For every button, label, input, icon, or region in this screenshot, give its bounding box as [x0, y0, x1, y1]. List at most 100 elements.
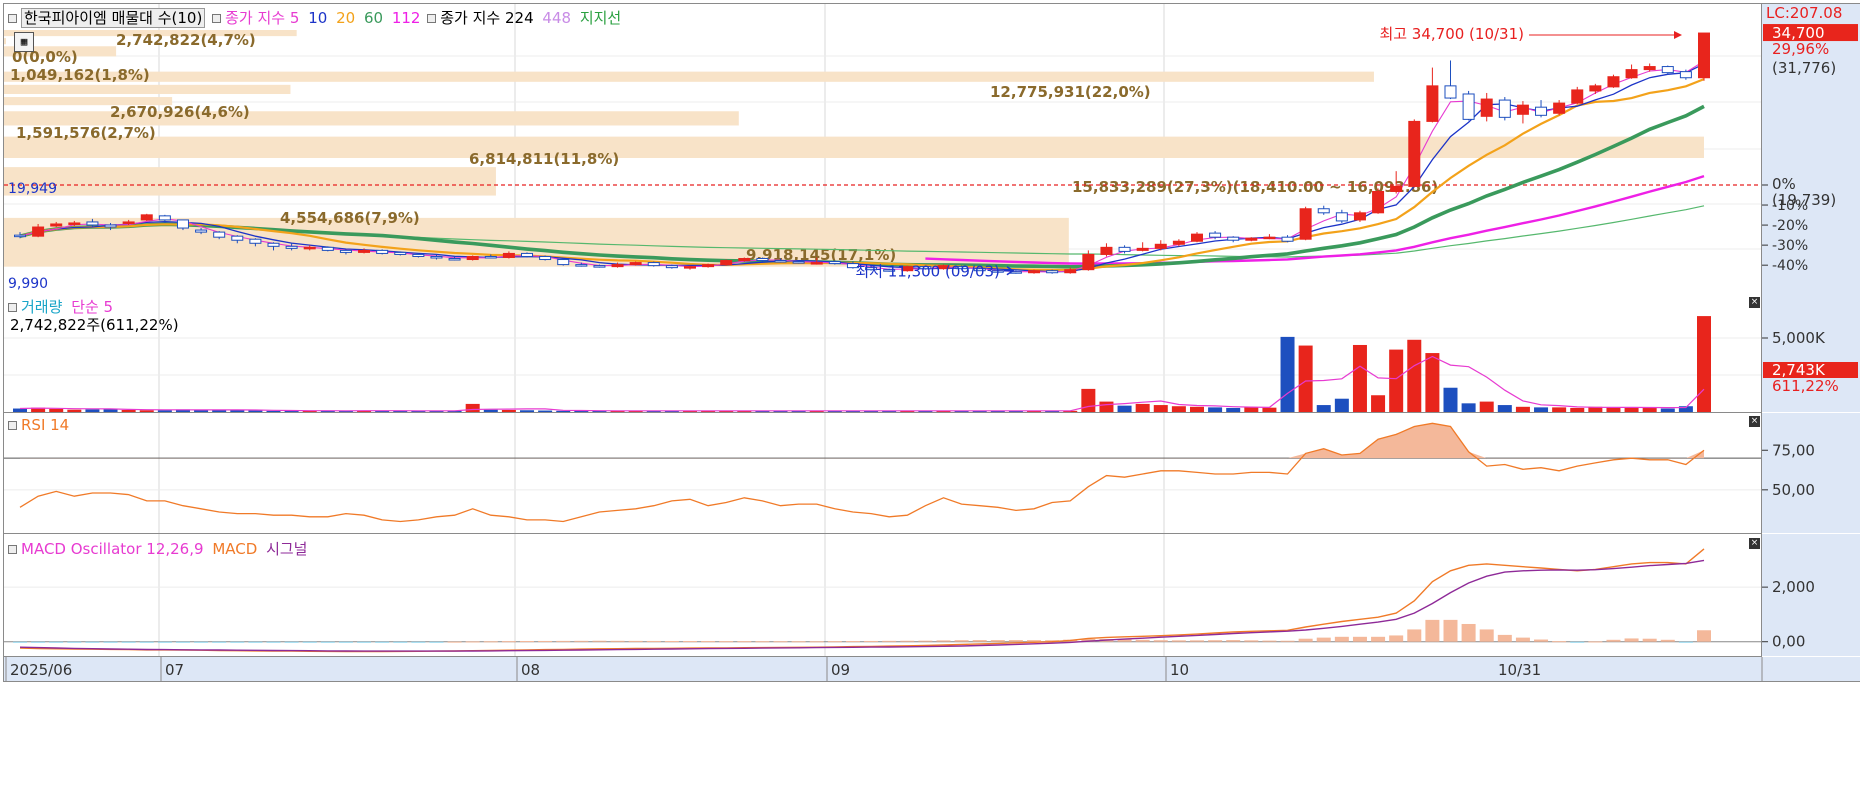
candle-body [376, 249, 389, 254]
volume-profile-band [4, 84, 291, 95]
high-arrow-head [1674, 31, 1682, 40]
pct-tick-label: -20% [1772, 218, 1808, 234]
support-label: 지지선 [579, 9, 622, 27]
volume-axis[interactable]: 5,000K 2,743K 611,22% [1761, 294, 1860, 412]
close-pane-icon[interactable]: × [1749, 538, 1760, 549]
volume-bar [1135, 403, 1150, 412]
volume-bar [1117, 405, 1132, 412]
rsi-axis[interactable]: 75,00 50,00 [1761, 413, 1860, 533]
volume-bar [157, 410, 172, 412]
volume-bar [1570, 407, 1585, 412]
ma112-label: 112 [391, 9, 421, 27]
macd-osc-bar [1298, 638, 1313, 642]
volume-profile-label: 1,591,576(2,7%) [16, 124, 156, 142]
price-chart[interactable]: 2,742,822(4,7%)0(0,0%)1,049,162(1,8%)12,… [4, 4, 1762, 294]
candle-body [158, 215, 171, 221]
price-pane[interactable]: 2,742,822(4,7%) 0(0,0%) 1,049,162(1,8%) 12,… [3, 3, 1762, 295]
legend-toggle-icon[interactable] [8, 544, 17, 554]
macd-osc-bar [1407, 629, 1422, 642]
candle-body [1136, 247, 1149, 251]
candle-body [140, 214, 153, 221]
volume-bar [1642, 407, 1657, 412]
macd-osc-bar [755, 641, 770, 643]
volume-bar [266, 410, 281, 412]
macd-osc-bar [67, 641, 82, 643]
macd-osc-bar [1208, 640, 1223, 642]
candle-body [1082, 253, 1095, 271]
candle-body [285, 245, 298, 249]
candle-body [484, 255, 497, 259]
volume-chart[interactable] [4, 294, 1762, 412]
rsi-tick-label: 50,00 [1772, 481, 1815, 499]
candle-body [1516, 104, 1529, 115]
macd-osc-bar [357, 641, 372, 643]
macd-osc-bar [1352, 636, 1367, 642]
candle-body [1154, 243, 1167, 249]
volume-bar [1280, 336, 1295, 412]
candle-body [267, 242, 280, 247]
candle-body [1190, 233, 1203, 242]
price-axis[interactable]: LC:207.08 34,700 29,96% (31,776) 0% (19,739) -… [1761, 3, 1860, 294]
macd-osc-bar [284, 641, 299, 643]
candle-body [321, 246, 334, 251]
rsi-chart[interactable] [4, 413, 1762, 533]
calendar-icon[interactable]: ▦ [14, 32, 34, 52]
candle-body [1390, 185, 1403, 192]
volume-profile-band [4, 167, 496, 196]
candle-body [394, 251, 407, 255]
macd-osc-bar [320, 641, 335, 643]
rsi-legend: RSI 14 [6, 416, 69, 434]
legend-toggle-icon[interactable] [427, 13, 437, 23]
volume-bar [139, 410, 154, 412]
macd-osc-bar [1171, 640, 1186, 642]
candle-body [1028, 270, 1041, 274]
macd-osc-bar [610, 640, 625, 642]
volume-profile-label: 2,670,926(4,6%) [110, 103, 250, 121]
close-pane-icon[interactable]: × [1749, 416, 1760, 427]
volume-profile-label: 4,554,686(7,9%) [280, 209, 420, 227]
macd-osc-bar [954, 640, 969, 642]
candle-body [683, 266, 696, 269]
macd-osc-bar [1624, 638, 1639, 642]
macd-osc-bar [411, 641, 426, 643]
legend-toggle-icon[interactable] [8, 302, 17, 312]
macd-osc-bar [194, 641, 209, 643]
ma448-label: 448 [542, 9, 572, 27]
candle-body [1589, 85, 1602, 92]
macd-pane[interactable]: MACD Oscillator 12,26,9 MACD 시그널 × [3, 534, 1762, 657]
macd-osc-bar [212, 641, 227, 643]
volume-bar [1606, 407, 1621, 412]
volume-pane[interactable]: 거래량 단순 5 2,742,822주(611,22%) × [3, 294, 1762, 413]
candle-body [339, 249, 352, 253]
candle-body [358, 249, 371, 253]
candle-body [1698, 32, 1710, 79]
volume-value: 2,742,822주(611,22%) [10, 316, 179, 334]
volume-bar [465, 403, 480, 412]
volume-bar [13, 408, 27, 412]
left-low-value: 9,990 [8, 276, 48, 292]
legend-toggle-icon[interactable] [8, 420, 17, 430]
macd-osc-bar [1515, 637, 1530, 642]
macd-axis[interactable]: 2,000 0,00 [1761, 534, 1860, 656]
candle-body [32, 226, 45, 237]
rsi-pane[interactable]: RSI 14 × [3, 413, 1762, 534]
candle-body [810, 262, 823, 265]
candle-body [665, 265, 678, 269]
candle-body [1643, 66, 1656, 71]
macd-osc-bar [538, 640, 553, 642]
candle-body [647, 262, 660, 267]
macd-osc-bar [1534, 639, 1549, 642]
legend-toggle-icon[interactable] [212, 13, 222, 23]
candle-body [629, 262, 642, 266]
volume-bar [483, 409, 498, 412]
macd-osc-bar [393, 641, 408, 643]
macd-osc-bar [936, 640, 951, 642]
macd-osc-bar [1389, 635, 1404, 642]
legend-toggle-icon[interactable] [8, 13, 17, 23]
date-axis[interactable]: 2025/06 07 08 09 10 10/31 [3, 657, 1860, 682]
volume-bar [1099, 401, 1114, 412]
ma60-label: 60 [363, 9, 384, 27]
close-pane-icon[interactable]: × [1749, 297, 1760, 308]
candle-body [1172, 240, 1185, 245]
candle-body [104, 224, 117, 228]
